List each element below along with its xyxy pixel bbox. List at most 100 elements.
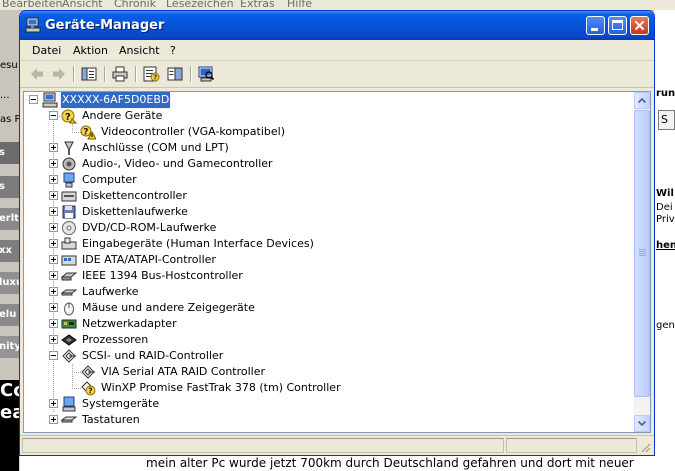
svg-text:?: ? [65, 112, 71, 123]
bg-nav-chip[interactable]: erlt [0, 208, 19, 230]
mouse-icon [64, 302, 74, 316]
unknown-device-icon: ? [61, 109, 77, 124]
tree-item-label: Computer [82, 173, 137, 186]
expand-toggle[interactable] [49, 319, 58, 328]
tree-item-netzwerkadapter[interactable]: Netzwerkadapter [24, 316, 624, 332]
browser-menu-bearbeiten[interactable]: Bearbeiten [2, 0, 62, 10]
menu-ansicht[interactable]: Ansicht [119, 44, 160, 57]
bg-fragment: esu [0, 60, 18, 71]
tree-root-row[interactable]: XXXXX-6AF5D0EBD [24, 92, 624, 109]
bg-nav-chip[interactable]: luxu [0, 272, 19, 294]
background-left-page: esu ... as P s s erlt xx luxu elu nity C… [0, 10, 19, 471]
background-bottom-page: mein alter Pc wurde jetzt 700km durch De… [20, 456, 675, 471]
cd-drive-icon [62, 221, 76, 235]
tree-item-eingabegeraete[interactable]: Eingabegeräte (Human Interface Devices) [24, 236, 624, 252]
expand-toggle[interactable] [49, 175, 58, 184]
forward-arrow-icon[interactable] [50, 65, 68, 83]
collapse-toggle[interactable] [49, 351, 58, 360]
tree-item-andere-geraete[interactable]: ? Andere Geräte [24, 108, 624, 124]
title-bar[interactable]: Geräte-Manager [20, 11, 654, 40]
scroll-up-button[interactable] [634, 92, 650, 109]
processor-icon [61, 334, 77, 346]
scan-hardware-icon[interactable] [197, 65, 215, 83]
tree-item-maeuse[interactable]: Mäuse und andere Zeigegeräte [24, 300, 624, 316]
tree-item-diskettenlaufwerke[interactable]: Diskettenlaufwerke [24, 204, 624, 220]
tree-item-tastaturen[interactable]: Tastaturen [24, 412, 624, 428]
back-arrow-icon[interactable] [28, 65, 46, 83]
maximize-button[interactable] [608, 16, 627, 35]
collapse-toggle[interactable] [29, 95, 38, 104]
browser-menu-chronik[interactable]: Chronik [114, 0, 156, 10]
expand-toggle[interactable] [49, 399, 58, 408]
bg-nav-chip[interactable]: nity [0, 336, 19, 358]
tree-item-label: Anschlüsse (COM und LPT) [82, 141, 229, 154]
expand-toggle[interactable] [49, 335, 58, 344]
minimize-button[interactable] [586, 16, 605, 35]
tree-item-promise-fasttrak[interactable]: ? WinXP Promise FastTrak 378 (tm) Contro… [24, 380, 624, 396]
menu-help[interactable]: ? [170, 44, 176, 57]
device-tree[interactable]: XXXXX-6AF5D0EBD ? Andere Geräte ? Videoc… [24, 92, 634, 432]
resize-grip-icon[interactable] [639, 441, 651, 453]
tree-item-systemgeraete[interactable]: Systemgeräte [24, 396, 624, 412]
expand-toggle[interactable] [49, 271, 58, 280]
expand-toggle[interactable] [49, 415, 58, 424]
chevron-up-icon [637, 97, 647, 104]
bg-nav-chip[interactable]: s [0, 142, 19, 164]
firewire-icon [61, 272, 77, 281]
tree-item-laufwerke[interactable]: Laufwerke [24, 284, 624, 300]
bg-fragment[interactable]: ... [0, 90, 19, 101]
tree-item-ieee1394[interactable]: IEEE 1394 Bus-Hostcontroller [24, 268, 624, 284]
tree-item-via-raid[interactable]: VIA Serial ATA RAID Controller [24, 364, 624, 380]
tree-item-computer[interactable]: Computer [24, 172, 624, 188]
tree-item-ide[interactable]: IDE ATA/ATAPI-Controller [24, 252, 624, 268]
scroll-grip [639, 255, 646, 256]
tree-item-prozessoren[interactable]: Prozessoren [24, 332, 624, 348]
ide-icon [61, 255, 77, 266]
bg-button-fragment[interactable]: S [658, 110, 675, 130]
expand-toggle[interactable] [49, 303, 58, 312]
tree-item-diskettencontroller[interactable]: Diskettencontroller [24, 188, 624, 204]
expand-toggle[interactable] [49, 159, 58, 168]
console-tree-icon[interactable] [80, 65, 98, 83]
expand-toggle[interactable] [49, 207, 58, 216]
browser-menu-ansicht[interactable]: Ansicht [62, 0, 103, 10]
expand-toggle[interactable] [49, 239, 58, 248]
close-button[interactable] [630, 16, 649, 35]
bg-fragment: ea [0, 402, 19, 423]
maximize-icon [612, 20, 623, 30]
collapse-toggle[interactable] [49, 111, 58, 120]
expand-toggle[interactable] [49, 287, 58, 296]
bg-link-fragment[interactable]: hen [656, 240, 675, 251]
bg-nav-chip[interactable]: elu [0, 304, 19, 326]
expand-toggle[interactable] [49, 223, 58, 232]
bg-nav-chip[interactable]: s [0, 176, 19, 198]
tree-item-dvd-cdrom[interactable]: DVD/CD-ROM-Laufwerke [24, 220, 624, 236]
tree-item-audio[interactable]: Audio-, Video- und Gamecontroller [24, 156, 624, 172]
scroll-thumb[interactable] [634, 110, 650, 397]
tree-item-label: DVD/CD-ROM-Laufwerke [82, 221, 217, 234]
bg-nav-chip[interactable]: xx [0, 240, 19, 262]
tree-root-label[interactable]: XXXXX-6AF5D0EBD [59, 92, 172, 109]
floppy-drive-icon [62, 205, 76, 219]
menu-datei[interactable]: Datei [32, 44, 61, 57]
browser-menu-hilfe[interactable]: Hilfe [287, 0, 312, 10]
expand-toggle[interactable] [49, 191, 58, 200]
computer-icon [63, 172, 75, 188]
print-icon[interactable] [111, 65, 129, 83]
tree-item-scsi-raid[interactable]: SCSI- und RAID-Controller [24, 348, 624, 364]
help-pane-icon[interactable] [166, 65, 184, 83]
menu-aktion[interactable]: Aktion [73, 44, 108, 57]
expand-toggle[interactable] [49, 255, 58, 264]
tree-item-videocontroller[interactable]: ? Videocontroller (VGA-kompatibel) [24, 124, 624, 140]
browser-menu-lesezeichen[interactable]: Lesezeichen [166, 0, 234, 10]
tree-item-anschluesse[interactable]: Anschlüsse (COM und LPT) [24, 140, 624, 156]
scroll-down-button[interactable] [634, 415, 650, 432]
tree-item-label: Videocontroller (VGA-kompatibel) [101, 125, 285, 138]
properties-icon[interactable]: ? [142, 65, 160, 83]
browser-menu-extras[interactable]: Extras [240, 0, 275, 10]
tree-item-label: VIA Serial ATA RAID Controller [101, 365, 266, 378]
port-icon [64, 141, 74, 155]
expand-toggle[interactable] [49, 143, 58, 152]
vertical-scrollbar[interactable] [634, 92, 650, 432]
tree-item-label: Laufwerke [82, 285, 139, 298]
